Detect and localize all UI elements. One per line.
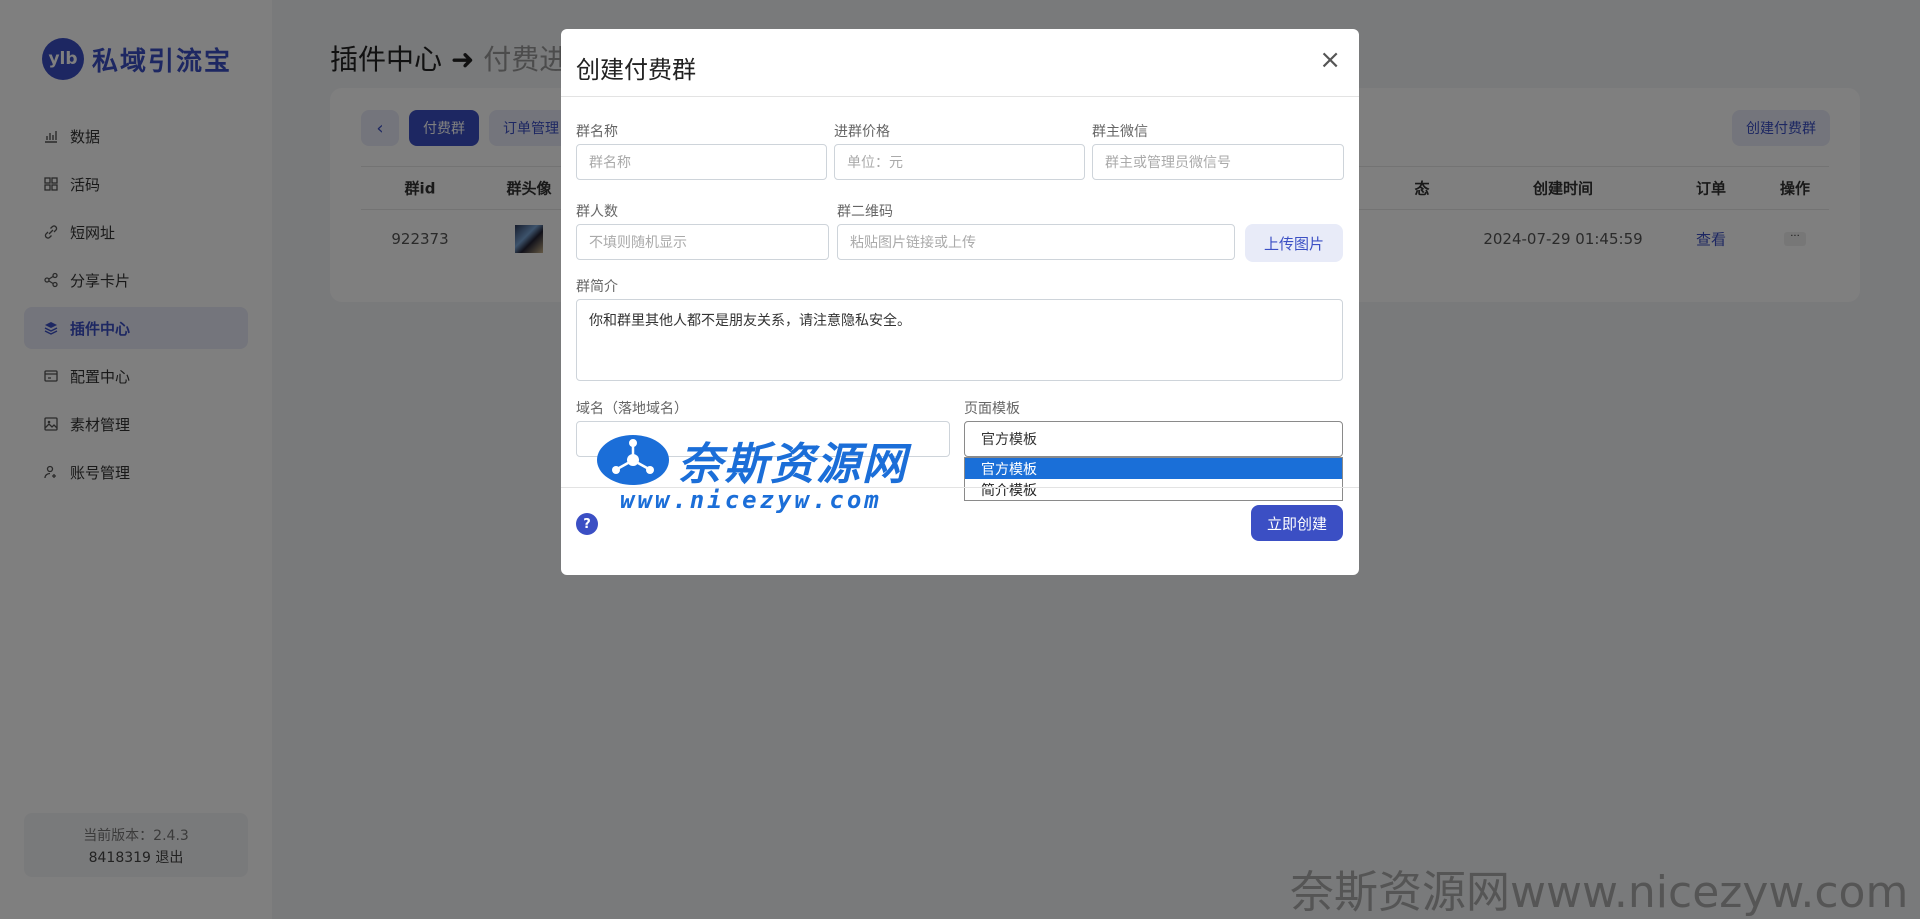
group-name-input[interactable]: 群名称 xyxy=(576,144,827,180)
watermark-url: www.nicezyw.com xyxy=(620,486,882,514)
owner-wechat-label: 群主微信 xyxy=(1092,124,1148,140)
watermark-logo: 奈斯资源网 xyxy=(596,428,908,492)
upload-image-button[interactable]: 上传图片 xyxy=(1245,224,1343,262)
modal-header: 创建付费群 × xyxy=(561,29,1359,97)
template-option[interactable]: 官方模板 xyxy=(965,458,1342,479)
group-name-label: 群名称 xyxy=(576,124,618,140)
help-icon[interactable]: ? xyxy=(576,513,598,535)
template-option[interactable]: 简介模板 xyxy=(965,479,1342,500)
template-label: 页面模板 xyxy=(964,401,1020,417)
intro-label: 群简介 xyxy=(576,279,618,295)
member-count-input[interactable]: 不填则随机显示 xyxy=(576,224,829,260)
watermark-logo-text: 奈斯资源网 xyxy=(678,439,908,490)
qr-code-input[interactable]: 粘贴图片链接或上传 xyxy=(837,224,1235,260)
intro-textarea[interactable]: 你和群里其他人都不是朋友关系，请注意隐私安全。 xyxy=(576,299,1343,381)
member-count-label: 群人数 xyxy=(576,204,618,220)
qr-code-label: 群二维码 xyxy=(837,204,893,220)
network-logo-icon xyxy=(597,435,669,485)
watermark-corner: 奈斯资源网www.nicezyw.com xyxy=(1290,867,1909,918)
template-dropdown: 官方模板 简介模板 xyxy=(964,457,1343,501)
create-now-button[interactable]: 立即创建 xyxy=(1250,505,1343,541)
domain-label: 域名（落地域名） xyxy=(576,401,688,417)
template-select[interactable]: 官方模板 xyxy=(964,421,1343,457)
owner-wechat-input[interactable]: 群主或管理员微信号 xyxy=(1092,144,1344,180)
close-icon[interactable]: × xyxy=(1319,45,1341,75)
price-label: 进群价格 xyxy=(834,124,890,140)
price-input[interactable]: 单位：元 xyxy=(834,144,1085,180)
modal-title: 创建付费群 xyxy=(576,56,696,84)
